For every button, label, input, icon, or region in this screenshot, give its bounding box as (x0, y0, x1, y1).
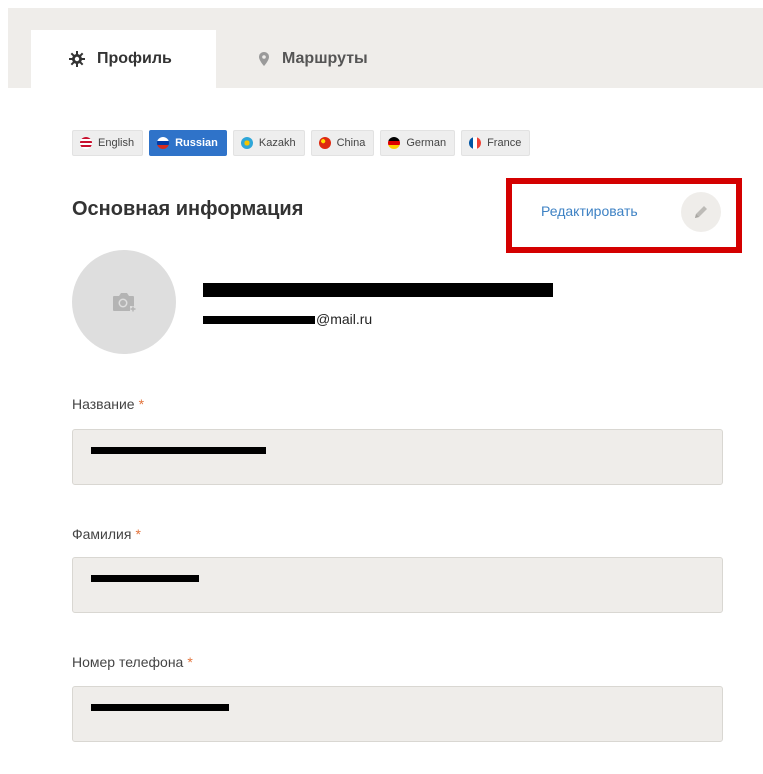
name-field[interactable] (72, 429, 723, 485)
top-strip (8, 0, 763, 8)
france-flag-icon (469, 137, 482, 149)
user-email-domain: @mail.ru (316, 311, 373, 327)
required-mark: * (138, 396, 145, 412)
edit-link[interactable]: Редактировать (541, 203, 638, 219)
camera-add-icon (113, 293, 136, 312)
name-value-redacted (91, 447, 266, 465)
name-label-text: Название (72, 396, 135, 412)
surname-field[interactable] (72, 557, 723, 613)
lang-kazakh-label: Kazakh (258, 137, 296, 149)
us-flag-icon (80, 137, 92, 149)
germany-flag-icon (388, 137, 401, 149)
tab-profile[interactable]: Профиль (31, 30, 216, 88)
location-pin-icon (259, 52, 269, 66)
tab-bar: Профиль Маршруты (8, 8, 763, 88)
required-mark: * (187, 654, 193, 670)
surname-value-redacted (91, 575, 199, 593)
china-flag-icon (318, 137, 331, 149)
phone-field[interactable] (72, 686, 723, 742)
language-switcher: English Russian Kazakh China German Fran… (72, 130, 531, 156)
avatar[interactable] (72, 250, 176, 354)
user-email: @mail.ru (203, 311, 372, 327)
surname-label: Фамилия * (72, 526, 141, 542)
russia-flag-icon (157, 137, 170, 149)
tab-profile-label: Профиль (97, 50, 172, 67)
lang-german-label: German (406, 137, 447, 149)
tab-routes[interactable]: Маршруты (220, 30, 400, 88)
section-title: Основная информация (72, 198, 304, 220)
edit-button[interactable] (681, 192, 721, 232)
lang-china-label: China (336, 137, 366, 149)
email-redaction (203, 316, 315, 325)
tab-routes-label: Маршруты (282, 50, 368, 67)
name-label: Название * (72, 396, 144, 412)
lang-russian-label: Russian (175, 137, 218, 149)
phone-label: Номер телефона * (72, 654, 193, 670)
phone-label-text: Номер телефона (72, 654, 184, 670)
lang-english[interactable]: English (72, 130, 144, 156)
lang-german[interactable]: German (380, 130, 456, 156)
lang-france-label: France (487, 137, 522, 149)
gear-icon (69, 51, 85, 67)
kazakhstan-flag-icon (240, 137, 253, 149)
phone-value-redacted (91, 704, 229, 722)
lang-kazakh[interactable]: Kazakh (232, 130, 305, 156)
lang-france[interactable]: France (461, 130, 531, 156)
surname-label-text: Фамилия (72, 526, 132, 542)
lang-english-label: English (98, 137, 135, 149)
user-name-redacted (203, 281, 553, 297)
required-mark: * (135, 526, 141, 542)
lang-china[interactable]: China (310, 130, 375, 156)
lang-russian[interactable]: Russian (149, 130, 227, 156)
pencil-icon (695, 206, 707, 218)
